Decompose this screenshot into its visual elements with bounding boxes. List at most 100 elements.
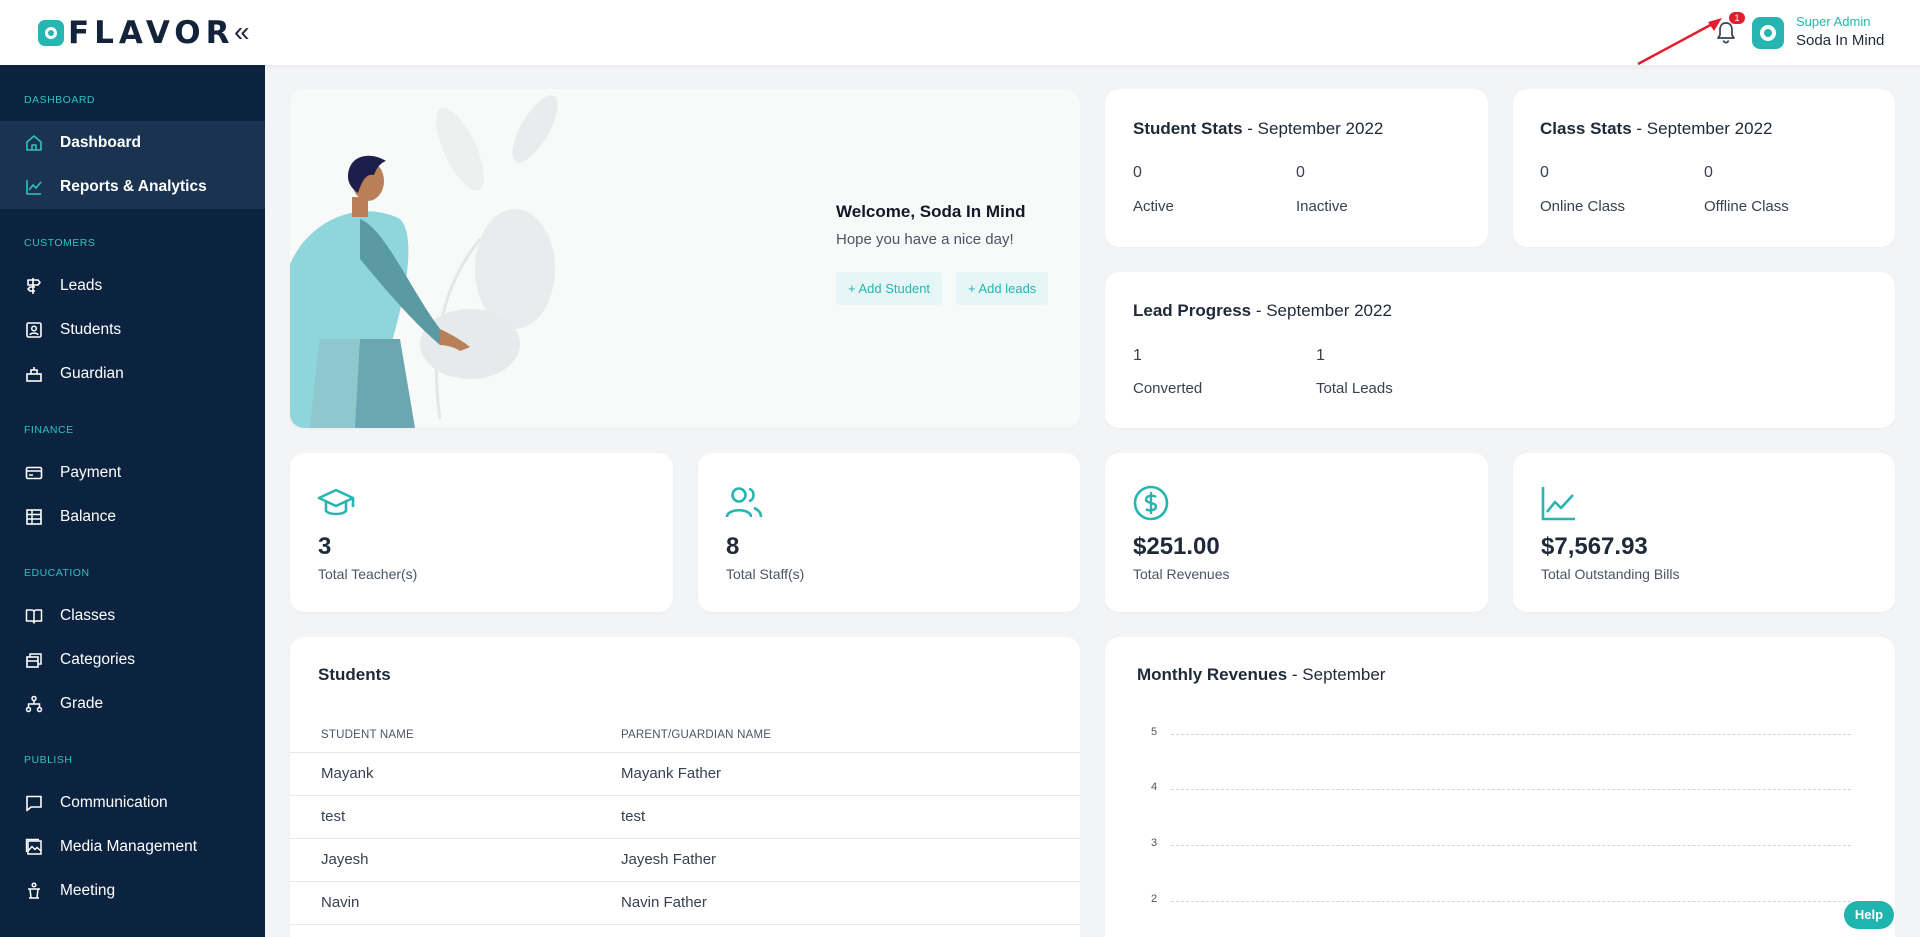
guardian-name-cell: Mayank Father <box>621 765 722 782</box>
table-row[interactable]: test test <box>290 795 1080 838</box>
logo-mark-icon <box>38 20 64 46</box>
offline-class-label: Offline Class <box>1704 198 1789 215</box>
chart-title-period: - September <box>1287 665 1386 684</box>
sidebar-item-communication[interactable]: Communication <box>0 781 265 825</box>
table-row[interactable] <box>290 924 1080 937</box>
welcome-title: Welcome, Soda In Mind <box>836 202 1026 221</box>
welcome-card: Welcome, Soda In Mind Hope you have a ni… <box>290 89 1080 428</box>
sidebar-item-classes[interactable]: Classes <box>0 594 265 638</box>
kpi-label: Total Revenues <box>1133 566 1230 582</box>
user-avatar[interactable] <box>1752 17 1784 49</box>
user-role: Super Admin <box>1796 14 1871 29</box>
logo-text: FLAVOR <box>68 15 235 51</box>
card-title-period: - September 2022 <box>1631 119 1773 138</box>
sidebar-item-payment[interactable]: Payment <box>0 451 265 495</box>
kpi-value: $251.00 <box>1133 533 1220 560</box>
sidebar: DASHBOARD Dashboard Reports & Analytics … <box>0 65 265 937</box>
chart-title-label: Monthly Revenues <box>1137 665 1288 684</box>
sidebar-item-students[interactable]: Students <box>0 308 265 352</box>
student-stats-card: Student Stats - September 2022 0 Active … <box>1105 89 1488 247</box>
kpi-value: 8 <box>726 533 740 560</box>
sidebar-item-label: Classes <box>60 607 116 624</box>
sidebar-item-leads[interactable]: Leads <box>0 264 265 308</box>
online-class-count: 0 <box>1540 164 1549 181</box>
sidebar-item-grade[interactable]: Grade <box>0 682 265 726</box>
kpi-label: Total Outstanding Bills <box>1541 566 1680 582</box>
card-title-label: Student Stats <box>1133 119 1243 138</box>
sidebar-item-meeting[interactable]: Meeting <box>0 869 265 913</box>
chat-icon <box>26 795 42 812</box>
sidebar-item-balance[interactable]: Balance <box>0 495 265 539</box>
sidebar-item-guardian[interactable]: Guardian <box>0 352 265 396</box>
sidebar-collapse-button[interactable]: « <box>234 18 250 46</box>
card-title-period: - September 2022 <box>1251 301 1392 320</box>
sidebar-item-dashboard[interactable]: Dashboard <box>0 121 265 165</box>
online-class-label: Online Class <box>1540 198 1626 215</box>
kpi-label: Total Teacher(s) <box>318 566 418 582</box>
card-title-label: Class Stats <box>1540 119 1632 138</box>
total-leads-label: Total Leads <box>1316 380 1393 397</box>
guardian-name-cell: test <box>621 808 646 825</box>
monthly-revenues-card: Monthly Revenues - September 5 4 3 2 <box>1105 637 1895 937</box>
table-row[interactable]: Jayesh Jayesh Father <box>290 838 1080 881</box>
class-stats-card: Class Stats - September 2022 0 Online Cl… <box>1513 89 1895 247</box>
grid-line <box>1171 901 1851 902</box>
student-name-cell: Navin <box>321 894 360 911</box>
converted-label: Converted <box>1133 380 1203 397</box>
help-button[interactable]: Help <box>1844 901 1894 929</box>
kpi-card-outstanding-bills: $7,567.93 Total Outstanding Bills <box>1513 453 1895 612</box>
students-table-card: Students STUDENT NAME PARENT/GUARDIAN NA… <box>290 637 1080 937</box>
sidebar-item-label: Grade <box>60 695 104 712</box>
grid-line <box>1171 845 1851 846</box>
table-row[interactable]: Mayank Mayank Father <box>290 752 1080 795</box>
sidebar-item-label: Meeting <box>60 882 116 899</box>
ledger-icon <box>26 509 42 525</box>
grid-line <box>1171 734 1851 735</box>
kpi-card-staff: 8 Total Staff(s) <box>698 453 1080 612</box>
kpi-value: 3 <box>318 533 332 560</box>
podium-icon <box>28 882 40 899</box>
section-title-dashboard: DASHBOARD <box>24 94 96 106</box>
active-count: 0 <box>1133 164 1142 181</box>
sidebar-item-label: Balance <box>60 508 117 525</box>
add-leads-button[interactable]: + Add leads <box>956 272 1049 305</box>
converted-count: 1 <box>1133 347 1142 364</box>
sidebar-item-reports-analytics[interactable]: Reports & Analytics <box>0 165 265 209</box>
grid-line <box>1171 789 1851 790</box>
card-title-label: Lead Progress <box>1133 301 1252 320</box>
guardian-icon <box>26 367 42 382</box>
y-axis-tick: 2 <box>1151 893 1158 905</box>
table-title: Students <box>318 665 391 684</box>
sidebar-item-label: Dashboard <box>60 134 141 151</box>
y-axis-tick: 5 <box>1151 726 1158 738</box>
sidebar-item-categories[interactable]: Categories <box>0 638 265 682</box>
book-icon <box>25 609 43 624</box>
welcome-illustration-icon <box>290 95 558 428</box>
chart-title: Monthly Revenues - September <box>1137 665 1385 685</box>
y-axis-tick: 3 <box>1151 837 1158 849</box>
card-title: Lead Progress - September 2022 <box>1133 301 1392 321</box>
sidebar-item-label: Students <box>60 321 122 338</box>
section-title-finance: FINANCE <box>24 424 74 436</box>
column-header: PARENT/GUARDIAN NAME <box>621 729 772 741</box>
brand-logo[interactable]: FLAVOR <box>38 14 235 52</box>
table-row[interactable]: Navin Navin Father <box>290 881 1080 924</box>
stack-icon <box>26 653 42 668</box>
kpi-value: $7,567.93 <box>1541 533 1648 560</box>
guardian-name-cell: Jayesh Father <box>621 851 717 868</box>
sidebar-item-media-management[interactable]: Media Management <box>0 825 265 869</box>
chart-line-icon <box>26 180 42 195</box>
user-name[interactable]: Soda In Mind <box>1796 32 1884 49</box>
add-student-button[interactable]: + Add Student <box>836 272 943 305</box>
signpost-icon <box>27 278 41 294</box>
guardian-name-cell: Navin Father <box>621 894 707 911</box>
student-name-cell: Mayank <box>321 765 374 782</box>
sidebar-item-label: Reports & Analytics <box>60 178 207 195</box>
graduation-cap-icon <box>317 488 355 516</box>
inactive-label: Inactive <box>1296 198 1348 215</box>
notification-count-badge: 1 <box>1729 12 1745 24</box>
gallery-icon <box>25 838 42 855</box>
top-bar: FLAVOR « 1 Super Admin Soda In Mind <box>0 0 1920 66</box>
sidebar-item-label: Categories <box>60 651 135 668</box>
card-title-period: - September 2022 <box>1242 119 1384 138</box>
